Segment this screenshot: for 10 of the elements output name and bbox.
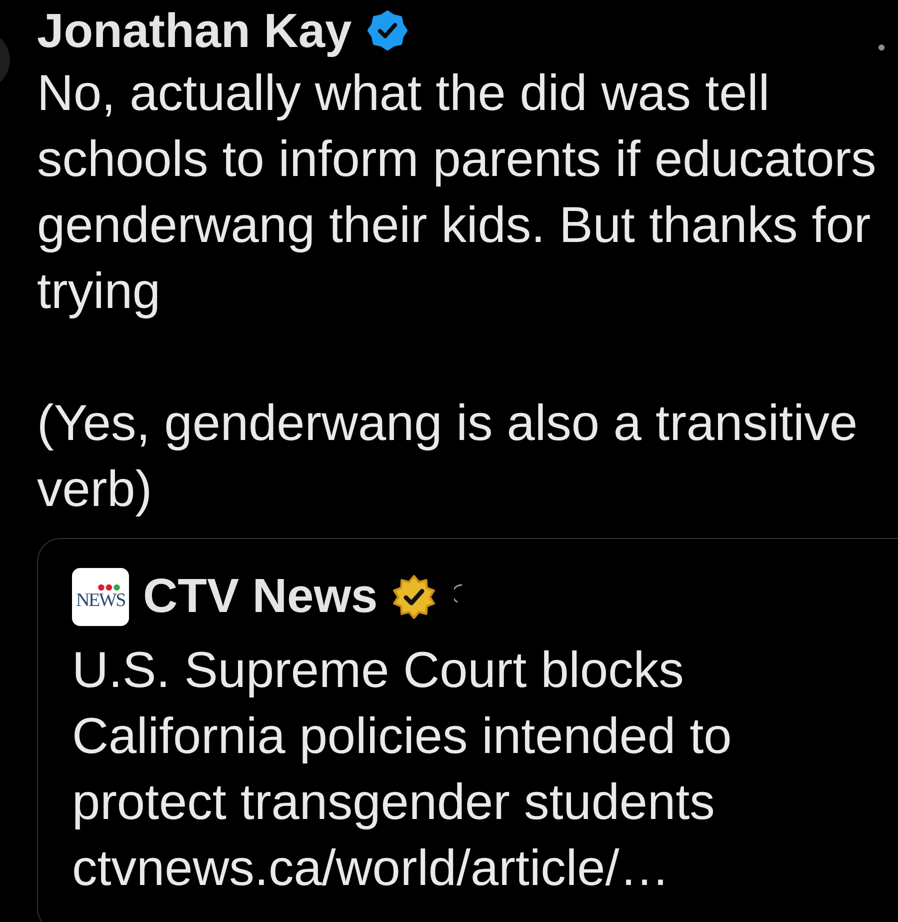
- partial-ring-icon: [454, 583, 463, 605]
- dot-icon[interactable]: [878, 44, 885, 50]
- dots-icon: [96, 584, 120, 591]
- quoted-author-name[interactable]: CTV News: [143, 568, 378, 626]
- author-name[interactable]: Jonathan Kay: [37, 4, 352, 60]
- post-text: (Yes, genderwang is also a transitive verb): [37, 393, 859, 519]
- article-link[interactable]: ctvnews.ca/world/article/…: [72, 835, 670, 901]
- quoted-post-card[interactable]: NEWS CTV News U.S. Supreme Court blocks California policies intended to protect transgender students ctvnews.ca/world/article/…: [37, 538, 898, 922]
- logo-text: NEWS: [76, 592, 126, 610]
- post-text: No, actually what the did was tell schools to inform parents if educators genderwang their kids. But thanks for trying: [37, 63, 878, 321]
